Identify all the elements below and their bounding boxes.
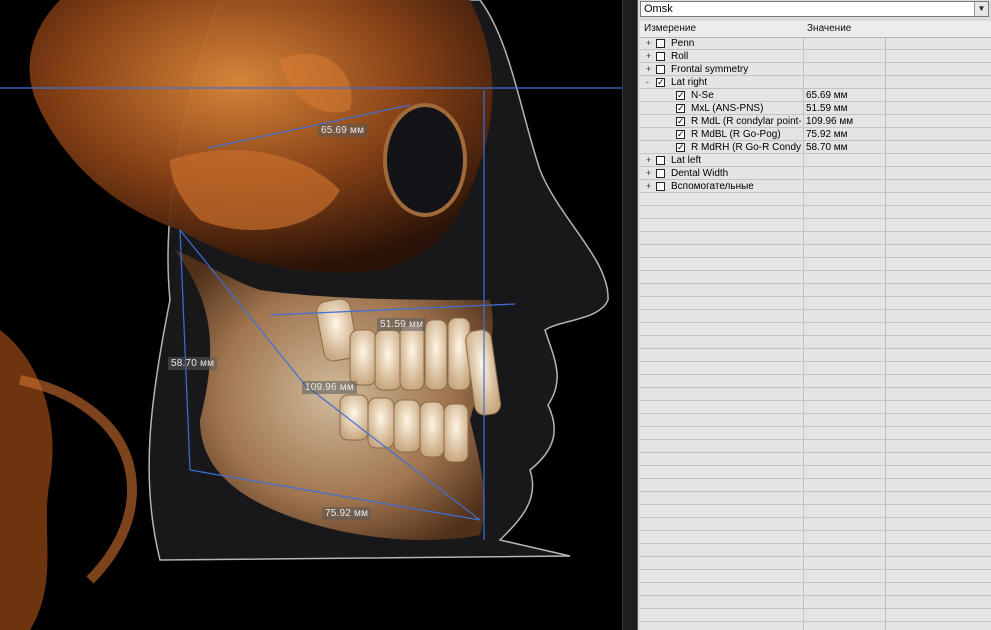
tree-group-row[interactable]: + Dental Width bbox=[640, 167, 991, 180]
checkbox[interactable]: ✓ bbox=[676, 91, 685, 100]
ct-3d-viewport[interactable]: 65.69 мм 51.59 мм 58.70 мм 109.96 мм 75.… bbox=[0, 0, 622, 630]
checkbox[interactable] bbox=[656, 65, 665, 74]
tree-group-row[interactable]: - ✓ Lat right bbox=[640, 76, 991, 89]
expand-icon[interactable]: + bbox=[646, 180, 652, 193]
row-value: 75.92 мм bbox=[806, 129, 848, 140]
ct-skull-render bbox=[0, 0, 622, 630]
checkbox[interactable]: ✓ bbox=[676, 130, 685, 139]
column-header-value[interactable]: Значение bbox=[807, 21, 851, 37]
expand-icon[interactable]: + bbox=[646, 63, 652, 76]
chevron-down-icon[interactable]: ▼ bbox=[974, 2, 988, 16]
checkbox[interactable] bbox=[656, 52, 665, 61]
row-label: Roll bbox=[671, 51, 689, 62]
row-label: Dental Width bbox=[671, 168, 729, 179]
tree-group-row[interactable]: + Roll bbox=[640, 50, 991, 63]
measure-label-mxl: 51.59 мм bbox=[377, 318, 427, 331]
expand-icon[interactable]: + bbox=[646, 37, 652, 50]
row-label: Frontal symmetry bbox=[671, 64, 749, 75]
tree-item-row[interactable]: ✓ N-Se 65.69 мм bbox=[640, 89, 991, 102]
expand-icon[interactable]: + bbox=[646, 167, 652, 180]
grid-header: Измерение Значение bbox=[640, 21, 991, 38]
column-header-measure[interactable]: Измерение bbox=[644, 21, 696, 37]
preset-value: Omsk bbox=[644, 3, 673, 15]
tree-group-row[interactable]: + Frontal symmetry bbox=[640, 63, 991, 76]
panel-splitter[interactable] bbox=[622, 0, 638, 630]
tree-group-row[interactable]: + Penn bbox=[640, 37, 991, 50]
measurement-panel: Omsk ▼ Измерение Значение + Penn + Roll + Fro… bbox=[638, 0, 991, 630]
checkbox[interactable] bbox=[656, 39, 665, 48]
row-value: 65.69 мм bbox=[806, 90, 848, 101]
checkbox[interactable]: ✓ bbox=[676, 117, 685, 126]
row-label: R MdBL (R Go-Pog) bbox=[691, 129, 781, 140]
collapse-icon[interactable]: - bbox=[646, 76, 652, 89]
row-label: Lat right bbox=[671, 77, 708, 88]
measure-label-mdrh: 58.70 мм bbox=[168, 357, 218, 370]
checkbox[interactable]: ✓ bbox=[676, 143, 685, 152]
row-label: R MdL (R condylar point-Pc bbox=[691, 116, 801, 127]
tree-item-row[interactable]: ✓ R MdL (R condylar point-Pc 109.96 мм bbox=[640, 115, 991, 128]
row-value: 51.59 мм bbox=[806, 103, 848, 114]
tree-item-row[interactable]: ✓ MxL (ANS-PNS) 51.59 мм bbox=[640, 102, 991, 115]
row-label: R MdRH (R Go-R Condylar bbox=[691, 142, 801, 153]
measure-label-mdbl: 75.92 мм bbox=[322, 507, 372, 520]
row-label: Вспомогательные bbox=[671, 181, 754, 192]
row-label: Penn bbox=[671, 38, 695, 49]
measure-label-n-se: 65.69 мм bbox=[318, 124, 368, 137]
expand-icon[interactable]: + bbox=[646, 154, 652, 167]
tree-item-row[interactable]: ✓ R MdRH (R Go-R Condylar 58.70 мм bbox=[640, 141, 991, 154]
row-value: 109.96 мм bbox=[806, 116, 854, 127]
checkbox[interactable]: ✓ bbox=[656, 78, 665, 87]
measurement-tree-grid: Измерение Значение + Penn + Roll + Frontal sy… bbox=[640, 21, 991, 630]
checkbox[interactable]: ✓ bbox=[676, 104, 685, 113]
expand-icon[interactable]: + bbox=[646, 50, 652, 63]
preset-dropdown[interactable]: Omsk ▼ bbox=[640, 1, 989, 17]
checkbox[interactable] bbox=[656, 182, 665, 191]
row-label: MxL (ANS-PNS) bbox=[691, 103, 764, 114]
checkbox[interactable] bbox=[656, 156, 665, 165]
tree-group-row[interactable]: + Вспомогательные bbox=[640, 180, 991, 193]
measure-label-mdl: 109.96 мм bbox=[302, 381, 357, 394]
row-label: Lat left bbox=[671, 155, 702, 166]
tree-group-row[interactable]: + Lat left bbox=[640, 154, 991, 167]
measurement-rows: + Penn + Roll + Frontal symmetry - ✓ Lat right ✓ N… bbox=[640, 37, 991, 193]
tree-item-row[interactable]: ✓ R MdBL (R Go-Pog) 75.92 мм bbox=[640, 128, 991, 141]
row-value: 58.70 мм bbox=[806, 142, 848, 153]
row-label: N-Se bbox=[691, 90, 714, 101]
checkbox[interactable] bbox=[656, 169, 665, 178]
